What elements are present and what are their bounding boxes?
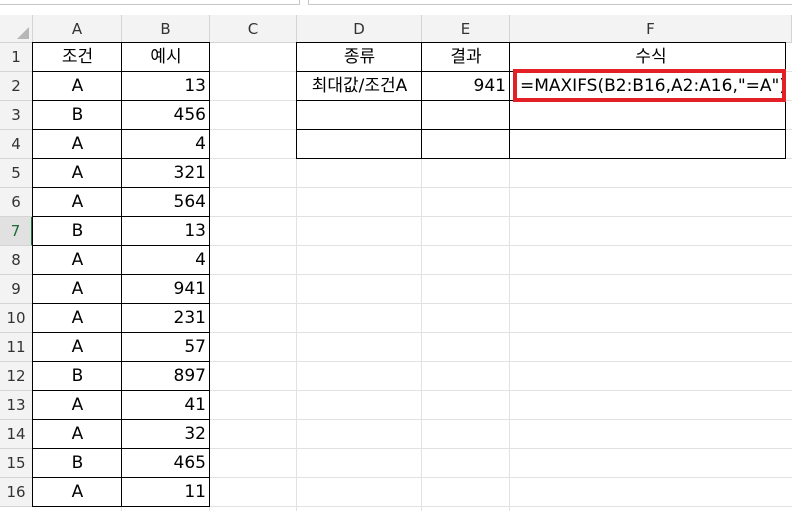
value-cell[interactable]: 897 xyxy=(122,362,210,391)
value-cell[interactable]: 465 xyxy=(122,449,210,478)
condition-cell[interactable]: A xyxy=(33,159,122,188)
row-header-3[interactable]: 3 xyxy=(0,101,33,130)
type-cell[interactable] xyxy=(297,101,422,130)
row-header-4[interactable]: 4 xyxy=(0,130,33,159)
table-border xyxy=(121,42,122,507)
table-border xyxy=(296,42,297,159)
condition-cell[interactable]: A xyxy=(33,391,122,420)
result-cell[interactable] xyxy=(422,130,510,159)
value-cell[interactable]: 321 xyxy=(122,159,210,188)
row-header-13[interactable]: 13 xyxy=(0,391,33,420)
value-cell[interactable]: 41 xyxy=(122,391,210,420)
table-border xyxy=(32,42,33,507)
condition-cell[interactable]: A xyxy=(33,188,122,217)
row-header-15[interactable]: 15 xyxy=(0,449,33,478)
row-header-8[interactable]: 8 xyxy=(0,246,33,275)
condition-cell[interactable]: A xyxy=(33,275,122,304)
formula-cell[interactable] xyxy=(510,101,792,130)
row-header-16[interactable]: 16 xyxy=(0,478,33,507)
condition-cell[interactable]: B xyxy=(33,449,122,478)
row-header-14[interactable]: 14 xyxy=(0,420,33,449)
column-header-f[interactable]: F xyxy=(510,15,792,43)
value-cell[interactable]: 4 xyxy=(122,130,210,159)
table-border xyxy=(421,42,422,159)
row-header-2[interactable]: 2 xyxy=(0,72,33,101)
column-header-a[interactable]: A xyxy=(33,15,122,43)
condition-cell[interactable]: A xyxy=(33,478,122,507)
condition-cell[interactable]: A xyxy=(33,246,122,275)
table-border xyxy=(297,158,786,159)
header-cell[interactable]: 결과 xyxy=(422,43,510,72)
value-cell[interactable]: 32 xyxy=(122,420,210,449)
value-cell[interactable]: 57 xyxy=(122,333,210,362)
value-cell[interactable]: 13 xyxy=(122,217,210,246)
condition-cell[interactable]: B xyxy=(33,217,122,246)
condition-cell[interactable]: A xyxy=(33,72,122,101)
type-cell[interactable]: 최대값/조건A xyxy=(297,72,422,101)
column-header-c[interactable]: C xyxy=(210,15,297,43)
header-cell[interactable]: 예시 xyxy=(122,43,210,72)
header-cell[interactable]: 수식 xyxy=(510,43,792,72)
condition-cell[interactable]: A xyxy=(33,333,122,362)
value-cell[interactable]: 13 xyxy=(122,72,210,101)
formula-cell[interactable] xyxy=(510,130,792,159)
condition-cell[interactable]: A xyxy=(33,130,122,159)
column-header-b[interactable]: B xyxy=(122,15,210,43)
value-cell[interactable]: 231 xyxy=(122,304,210,333)
row-header-1[interactable]: 1 xyxy=(0,43,33,72)
value-cell[interactable]: 4 xyxy=(122,246,210,275)
row-header-12[interactable]: 12 xyxy=(0,362,33,391)
row-header-5[interactable]: 5 xyxy=(0,159,33,188)
header-cell[interactable]: 조건 xyxy=(33,43,122,72)
value-cell[interactable]: 564 xyxy=(122,188,210,217)
row-header-10[interactable]: 10 xyxy=(0,304,33,333)
select-all-corner[interactable] xyxy=(0,15,33,43)
row-header-6[interactable]: 6 xyxy=(0,188,33,217)
value-cell[interactable]: 456 xyxy=(122,101,210,130)
column-header-e[interactable]: E xyxy=(422,15,510,43)
value-cell[interactable]: 11 xyxy=(122,478,210,507)
table-border xyxy=(209,42,210,507)
formula-highlight-box xyxy=(513,69,786,102)
result-cell[interactable] xyxy=(422,101,510,130)
row-header-11[interactable]: 11 xyxy=(0,333,33,362)
result-cell[interactable]: 941 xyxy=(422,72,510,101)
table-border xyxy=(509,42,510,159)
condition-cell[interactable]: A xyxy=(33,304,122,333)
column-header-d[interactable]: D xyxy=(297,15,422,43)
row-header-7[interactable]: 7 xyxy=(0,217,33,246)
row-header-9[interactable]: 9 xyxy=(0,275,33,304)
condition-cell[interactable]: B xyxy=(33,362,122,391)
table-border xyxy=(297,42,786,43)
condition-cell[interactable]: A xyxy=(33,420,122,449)
condition-cell[interactable]: B xyxy=(33,101,122,130)
header-cell[interactable]: 종류 xyxy=(297,43,422,72)
table-border xyxy=(297,129,786,130)
type-cell[interactable] xyxy=(297,130,422,159)
value-cell[interactable]: 941 xyxy=(122,275,210,304)
